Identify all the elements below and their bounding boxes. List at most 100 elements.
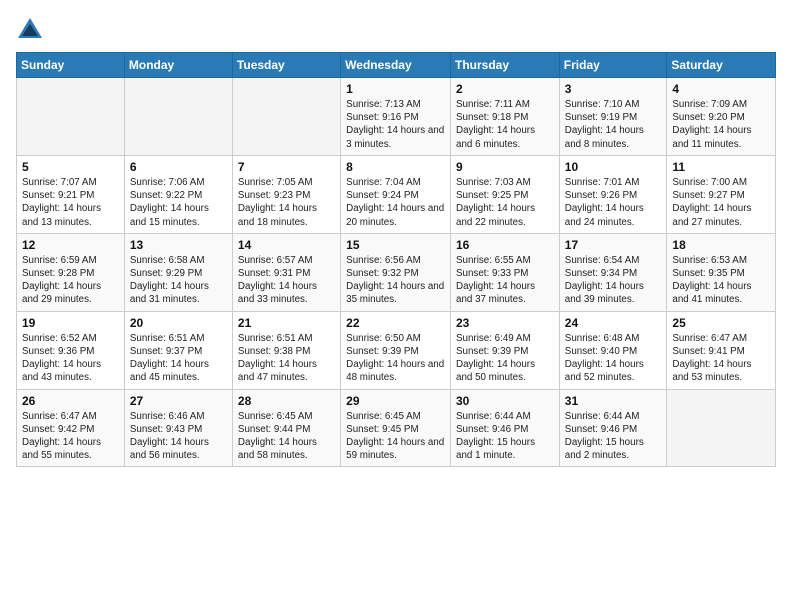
calendar-cell: 4 Sunrise: 7:09 AM Sunset: 9:20 PM Daylig… [667, 78, 776, 156]
calendar-cell: 15 Sunrise: 6:56 AM Sunset: 9:32 PM Dayli… [341, 233, 451, 311]
calendar-cell: 3 Sunrise: 7:10 AM Sunset: 9:19 PM Daylig… [559, 78, 667, 156]
day-info: Sunrise: 7:07 AM Sunset: 9:21 PM Dayligh… [22, 176, 119, 229]
day-number: 25 [672, 316, 770, 330]
day-number: 11 [672, 160, 770, 174]
day-info: Sunrise: 6:44 AM Sunset: 9:46 PM Dayligh… [456, 410, 554, 463]
day-info: Sunrise: 6:44 AM Sunset: 9:46 PM Dayligh… [565, 410, 662, 463]
day-info: Sunrise: 7:13 AM Sunset: 9:16 PM Dayligh… [346, 98, 445, 151]
day-info: Sunrise: 6:49 AM Sunset: 9:39 PM Dayligh… [456, 332, 554, 385]
weekday-header-wednesday: Wednesday [341, 53, 451, 78]
day-info: Sunrise: 6:56 AM Sunset: 9:32 PM Dayligh… [346, 254, 445, 307]
calendar-cell: 19 Sunrise: 6:52 AM Sunset: 9:36 PM Dayli… [17, 311, 125, 389]
day-info: Sunrise: 6:53 AM Sunset: 9:35 PM Dayligh… [672, 254, 770, 307]
calendar-cell: 1 Sunrise: 7:13 AM Sunset: 9:16 PM Daylig… [341, 78, 451, 156]
calendar-cell: 11 Sunrise: 7:00 AM Sunset: 9:27 PM Dayli… [667, 155, 776, 233]
calendar-cell: 2 Sunrise: 7:11 AM Sunset: 9:18 PM Daylig… [451, 78, 560, 156]
calendar-week-2: 5 Sunrise: 7:07 AM Sunset: 9:21 PM Daylig… [17, 155, 776, 233]
calendar-cell: 5 Sunrise: 7:07 AM Sunset: 9:21 PM Daylig… [17, 155, 125, 233]
day-number: 19 [22, 316, 119, 330]
calendar-cell: 29 Sunrise: 6:45 AM Sunset: 9:45 PM Dayli… [341, 389, 451, 467]
day-number: 1 [346, 82, 445, 96]
day-number: 23 [456, 316, 554, 330]
day-number: 7 [238, 160, 335, 174]
calendar-week-1: 1 Sunrise: 7:13 AM Sunset: 9:16 PM Daylig… [17, 78, 776, 156]
day-info: Sunrise: 6:47 AM Sunset: 9:41 PM Dayligh… [672, 332, 770, 385]
calendar-body: 1 Sunrise: 7:13 AM Sunset: 9:16 PM Daylig… [17, 78, 776, 467]
calendar-cell: 21Sunrise: 6:51 AM Sunset: 9:38 PM Dayli… [232, 311, 340, 389]
day-info: Sunrise: 6:54 AM Sunset: 9:34 PM Dayligh… [565, 254, 662, 307]
day-info: Sunrise: 7:05 AM Sunset: 9:23 PM Dayligh… [238, 176, 335, 229]
logo-icon [16, 16, 44, 44]
day-info: Sunrise: 6:45 AM Sunset: 9:45 PM Dayligh… [346, 410, 445, 463]
day-info: Sunrise: 6:59 AM Sunset: 9:28 PM Dayligh… [22, 254, 119, 307]
day-info: Sunrise: 6:51 AM Sunset: 9:37 PM Dayligh… [130, 332, 227, 385]
day-number: 18 [672, 238, 770, 252]
day-number: 31 [565, 394, 662, 408]
day-info: Sunrise: 7:09 AM Sunset: 9:20 PM Dayligh… [672, 98, 770, 151]
day-number: 14 [238, 238, 335, 252]
calendar-cell: 6 Sunrise: 7:06 AM Sunset: 9:22 PM Daylig… [124, 155, 232, 233]
calendar-cell: 7 Sunrise: 7:05 AM Sunset: 9:23 PM Daylig… [232, 155, 340, 233]
day-number: 20 [130, 316, 227, 330]
calendar-cell: 9Sunrise: 7:03 AM Sunset: 9:25 PM Daylig… [451, 155, 560, 233]
page-header [16, 16, 776, 44]
day-number: 3 [565, 82, 662, 96]
calendar-week-4: 19 Sunrise: 6:52 AM Sunset: 9:36 PM Dayli… [17, 311, 776, 389]
calendar-cell [232, 78, 340, 156]
weekday-header-saturday: Saturday [667, 53, 776, 78]
day-number: 4 [672, 82, 770, 96]
calendar-cell: 23 Sunrise: 6:49 AM Sunset: 9:39 PM Dayli… [451, 311, 560, 389]
day-number: 29 [346, 394, 445, 408]
day-number: 13 [130, 238, 227, 252]
calendar-week-5: 26 Sunrise: 6:47 AM Sunset: 9:42 PM Dayli… [17, 389, 776, 467]
day-number: 12 [22, 238, 119, 252]
day-number: 28 [238, 394, 335, 408]
day-info: Sunrise: 7:03 AM Sunset: 9:25 PM Dayligh… [456, 176, 554, 229]
day-info: Sunrise: 7:04 AM Sunset: 9:24 PM Dayligh… [346, 176, 445, 229]
calendar-cell: 18 Sunrise: 6:53 AM Sunset: 9:35 PM Dayli… [667, 233, 776, 311]
day-number: 16 [456, 238, 554, 252]
day-info: Sunrise: 7:01 AM Sunset: 9:26 PM Dayligh… [565, 176, 662, 229]
calendar-cell: 25 Sunrise: 6:47 AM Sunset: 9:41 PM Dayli… [667, 311, 776, 389]
day-number: 15 [346, 238, 445, 252]
calendar-cell [17, 78, 125, 156]
weekday-header-row: SundayMondayTuesdayWednesdayThursdayFrid… [17, 53, 776, 78]
weekday-header-monday: Monday [124, 53, 232, 78]
calendar-week-3: 12 Sunrise: 6:59 AM Sunset: 9:28 PM Dayli… [17, 233, 776, 311]
day-info: Sunrise: 7:10 AM Sunset: 9:19 PM Dayligh… [565, 98, 662, 151]
calendar-cell: 10Sunrise: 7:01 AM Sunset: 9:26 PM Dayli… [559, 155, 667, 233]
logo [16, 16, 48, 44]
calendar-cell: 26 Sunrise: 6:47 AM Sunset: 9:42 PM Dayli… [17, 389, 125, 467]
calendar-cell: 24Sunrise: 6:48 AM Sunset: 9:40 PM Dayli… [559, 311, 667, 389]
day-info: Sunrise: 6:50 AM Sunset: 9:39 PM Dayligh… [346, 332, 445, 385]
weekday-header-thursday: Thursday [451, 53, 560, 78]
calendar-cell: 17 Sunrise: 6:54 AM Sunset: 9:34 PM Dayli… [559, 233, 667, 311]
day-number: 26 [22, 394, 119, 408]
weekday-header-sunday: Sunday [17, 53, 125, 78]
calendar-cell: 28Sunrise: 6:45 AM Sunset: 9:44 PM Dayli… [232, 389, 340, 467]
day-number: 22 [346, 316, 445, 330]
day-number: 2 [456, 82, 554, 96]
day-info: Sunrise: 7:06 AM Sunset: 9:22 PM Dayligh… [130, 176, 227, 229]
day-number: 17 [565, 238, 662, 252]
calendar-cell [667, 389, 776, 467]
calendar-cell: 12 Sunrise: 6:59 AM Sunset: 9:28 PM Dayli… [17, 233, 125, 311]
day-info: Sunrise: 7:11 AM Sunset: 9:18 PM Dayligh… [456, 98, 554, 151]
day-info: Sunrise: 6:47 AM Sunset: 9:42 PM Dayligh… [22, 410, 119, 463]
day-number: 5 [22, 160, 119, 174]
day-info: Sunrise: 6:57 AM Sunset: 9:31 PM Dayligh… [238, 254, 335, 307]
day-number: 6 [130, 160, 227, 174]
day-info: Sunrise: 6:51 AM Sunset: 9:38 PM Dayligh… [238, 332, 335, 385]
calendar-cell: 31 Sunrise: 6:44 AM Sunset: 9:46 PM Dayli… [559, 389, 667, 467]
day-number: 8 [346, 160, 445, 174]
day-number: 27 [130, 394, 227, 408]
calendar-cell: 27Sunrise: 6:46 AM Sunset: 9:43 PM Dayli… [124, 389, 232, 467]
calendar-cell: 22 Sunrise: 6:50 AM Sunset: 9:39 PM Dayli… [341, 311, 451, 389]
weekday-header-friday: Friday [559, 53, 667, 78]
calendar-cell: 16Sunrise: 6:55 AM Sunset: 9:33 PM Dayli… [451, 233, 560, 311]
calendar-cell: 20 Sunrise: 6:51 AM Sunset: 9:37 PM Dayli… [124, 311, 232, 389]
day-info: Sunrise: 6:52 AM Sunset: 9:36 PM Dayligh… [22, 332, 119, 385]
day-info: Sunrise: 6:48 AM Sunset: 9:40 PM Dayligh… [565, 332, 662, 385]
day-info: Sunrise: 7:00 AM Sunset: 9:27 PM Dayligh… [672, 176, 770, 229]
weekday-header-tuesday: Tuesday [232, 53, 340, 78]
